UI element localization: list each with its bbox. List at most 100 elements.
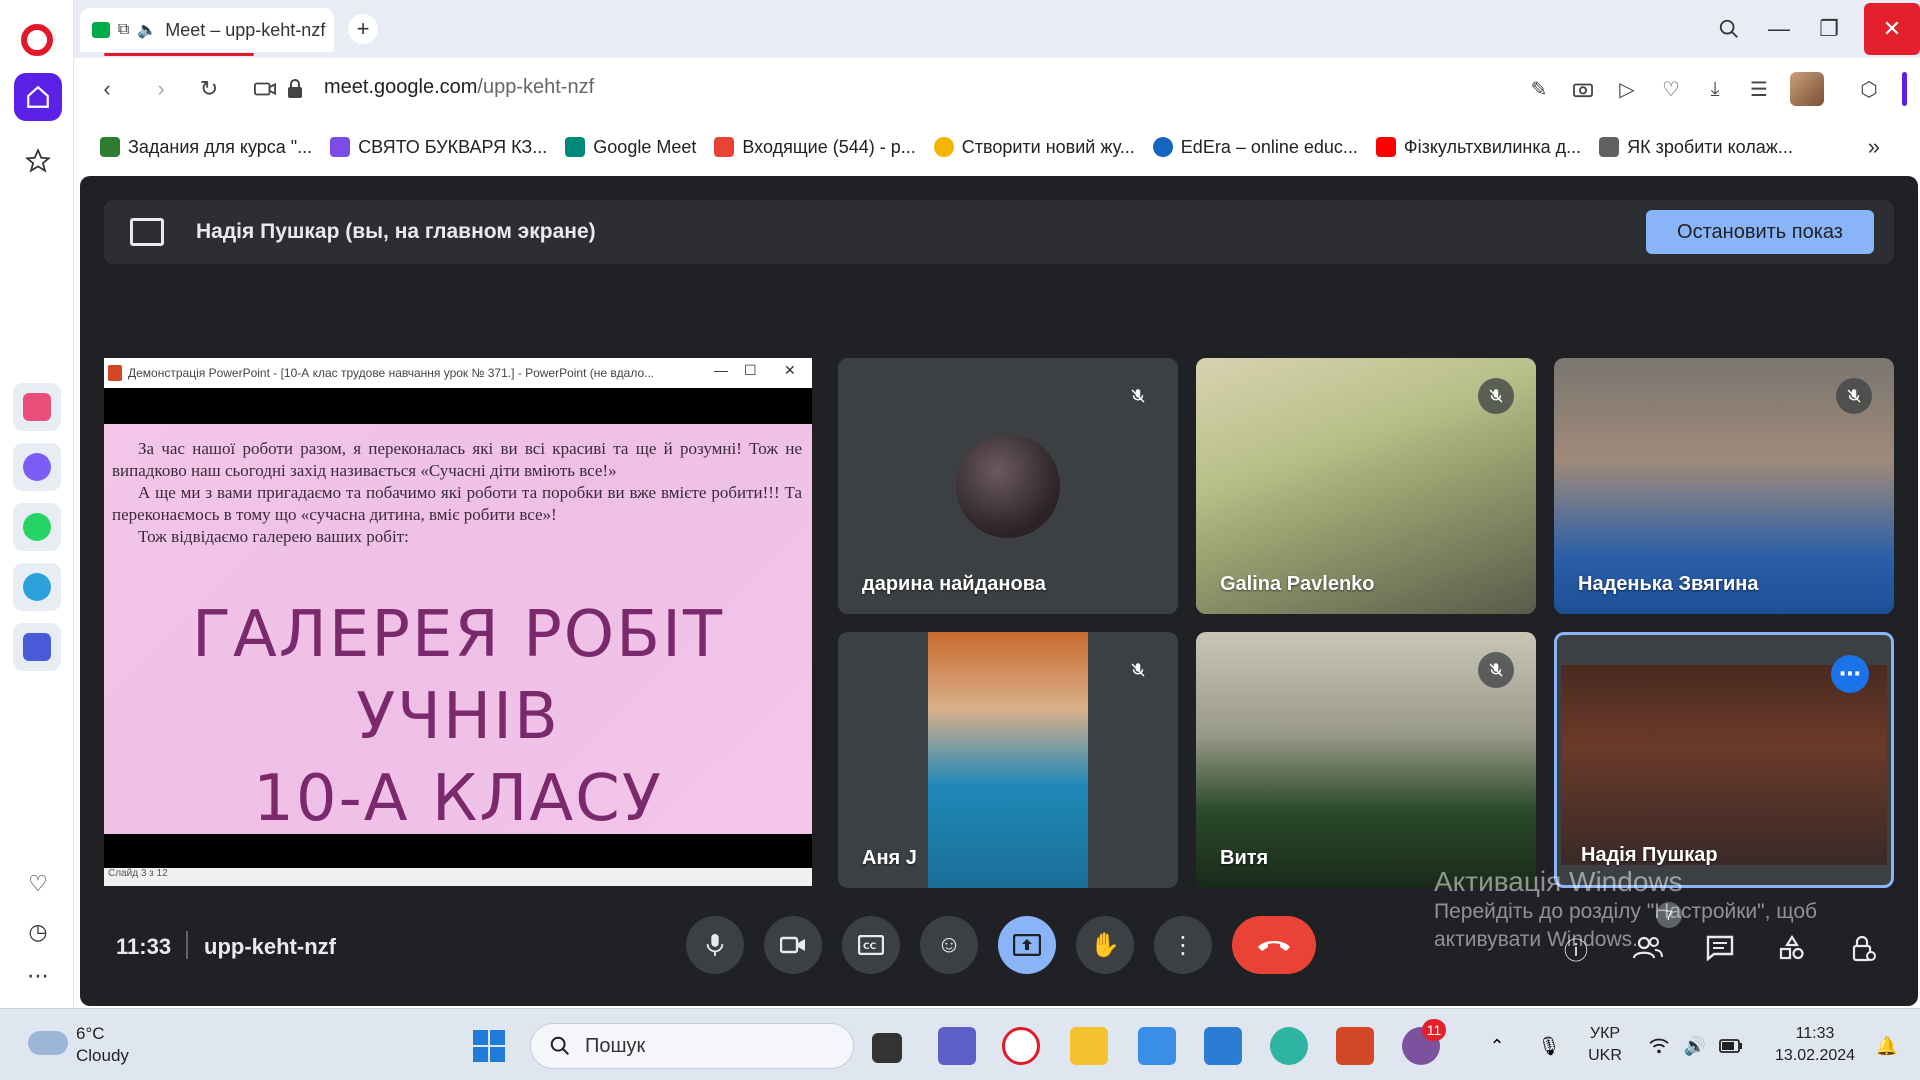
bookmarks-star-icon[interactable] [14, 137, 62, 185]
bookmark-item-8[interactable]: ЯК зробити колаж... [1599, 137, 1793, 158]
home-icon[interactable] [14, 73, 62, 121]
language-indicator[interactable]: УКР UKR [1580, 1023, 1630, 1067]
battery-icon[interactable] [1712, 1027, 1750, 1065]
heart-icon[interactable]: ♡ [1656, 74, 1686, 104]
tab-strip: ⧉ 🔈 Meet – upp-keht-nzf + — ❐ ✕ [74, 0, 1920, 58]
windows-start-icon[interactable] [470, 1027, 508, 1065]
camera-button[interactable] [764, 916, 822, 974]
bookmark-item-5[interactable]: Створити новий жу... [933, 137, 1135, 158]
sidebar-toggle-indicator[interactable] [1902, 72, 1907, 106]
profile-avatar[interactable] [1790, 72, 1824, 106]
history-clock-icon[interactable]: ◷ [22, 916, 54, 948]
whatsapp-icon[interactable] [13, 503, 61, 551]
edge-icon[interactable] [1270, 1027, 1308, 1065]
aria-app-icon[interactable] [13, 383, 61, 431]
participant-name: Надія Пушкар [1581, 844, 1718, 866]
weather-temp: 6°C [76, 1024, 105, 1043]
heart-icon[interactable]: ♡ [22, 868, 54, 900]
bookmark-item-1[interactable]: Задания для курса "... [100, 137, 312, 158]
gmail-icon [714, 137, 735, 157]
raise-hand-button[interactable]: ✋ [1076, 916, 1134, 974]
pip-icon[interactable]: ⧉ [118, 21, 129, 39]
shared-window-titlebar: Демонстрація PowerPoint - [10-А клас тру… [104, 358, 812, 388]
maximize-icon[interactable]: ❐ [1804, 0, 1854, 58]
stop-presenting-button[interactable]: Остановить показ [1646, 210, 1874, 254]
bookmark-item-2[interactable]: СВЯТО БУКВАРЯ КЗ... [330, 137, 547, 158]
emoji-reaction-button[interactable]: ☺ [920, 916, 978, 974]
new-tab-button[interactable]: + [348, 14, 378, 44]
bookmark-label: ЯК зробити колаж... [1627, 136, 1793, 157]
more-options-button[interactable]: ⋮ [1154, 916, 1212, 974]
close-icon: ✕ [784, 362, 796, 378]
participant-tile-self[interactable]: ⋯ Надія Пушкар [1554, 632, 1894, 888]
captions-button[interactable]: CC [842, 916, 900, 974]
windows-taskbar: 6°C Cloudy Пошук 11 ⌃ 🎙 УКР UKR 🔊 11:33 … [0, 1008, 1920, 1080]
music-player-icon[interactable] [13, 623, 61, 671]
task-view-icon[interactable] [872, 1033, 902, 1063]
close-window-icon[interactable]: ✕ [1864, 3, 1920, 55]
minimize-icon[interactable]: — [1754, 0, 1804, 58]
more-dots-icon[interactable]: ⋯ [22, 960, 54, 992]
url-field[interactable]: meet.google.com/upp-keht-nzf [324, 76, 594, 99]
edit-snapshot-icon[interactable]: ✎ [1524, 74, 1554, 104]
address-bar: ‹ › ↻ meet.google.com/upp-keht-nzf ✎ ▷ ♡… [74, 58, 1920, 120]
participant-tile[interactable]: Аня J [838, 632, 1178, 888]
notification-bell-icon[interactable]: 🔔 [1868, 1027, 1906, 1065]
extensions-cube-icon[interactable]: ⬡ [1854, 74, 1884, 104]
maximize-icon: ☐ [744, 362, 757, 378]
search-tabs-icon[interactable] [1704, 0, 1754, 58]
bookmark-favicon-icon [100, 137, 120, 157]
sun-icon [933, 137, 954, 157]
participant-tile[interactable]: Galina Pavlenko [1196, 358, 1536, 614]
messenger-icon[interactable] [13, 443, 61, 491]
teams-chat-icon[interactable] [938, 1027, 976, 1065]
host-controls-lock-icon[interactable] [1844, 928, 1884, 968]
taskbar-search-field[interactable]: Пошук [530, 1023, 854, 1069]
slide-paragraph: А ще ми з вами пригадаємо та побачимо як… [112, 483, 802, 524]
powerpoint-taskbar-icon[interactable] [1336, 1027, 1374, 1065]
bookmark-item-6[interactable]: EdEra – online educ... [1152, 137, 1358, 158]
file-explorer-icon[interactable] [1070, 1027, 1108, 1065]
volume-icon[interactable]: 🔊 [1676, 1027, 1714, 1065]
weather-widget[interactable]: 6°C Cloudy [76, 1023, 129, 1067]
microphone-icon[interactable]: 🎙 [1530, 1027, 1568, 1065]
lock-icon[interactable] [278, 72, 312, 106]
download-icon[interactable]: ⤓ [1700, 74, 1730, 104]
lang-bottom: UKR [1588, 1047, 1622, 1064]
wifi-icon[interactable] [1640, 1027, 1678, 1065]
camera-icon[interactable] [1568, 74, 1598, 104]
bookmark-item-4[interactable]: Входящие (544) - p... [714, 137, 916, 158]
camera-permission-icon[interactable] [248, 72, 282, 106]
cloud-icon[interactable] [28, 1031, 68, 1055]
url-host: meet.google.com [324, 76, 478, 98]
present-screen-button[interactable] [998, 916, 1056, 974]
mic-off-icon [1120, 652, 1156, 688]
slide-paragraph: Тож відвідаємо галерею ваших робіт: [138, 527, 409, 546]
tab-meet[interactable]: ⧉ 🔈 Meet – upp-keht-nzf [80, 8, 334, 56]
bookmark-item-7[interactable]: Фізкультхвилинка д... [1375, 136, 1582, 158]
system-clock[interactable]: 11:33 13.02.2024 [1760, 1023, 1870, 1067]
search-icon [550, 1036, 569, 1055]
opera-logo-icon[interactable] [21, 24, 53, 56]
chevron-up-icon[interactable]: ⌃ [1478, 1027, 1516, 1065]
microphone-button[interactable] [686, 916, 744, 974]
opera-taskbar-icon[interactable] [1002, 1027, 1040, 1065]
play-icon[interactable]: ▷ [1612, 74, 1642, 104]
bookmark-item-3[interactable]: Google Meet [565, 137, 696, 158]
easy-setup-icon[interactable]: ☰ [1744, 74, 1774, 104]
mail-icon[interactable] [1204, 1027, 1242, 1065]
participant-tile[interactable]: дарина найданова [838, 358, 1178, 614]
more-options-icon[interactable]: ⋯ [1831, 655, 1869, 693]
participant-tile[interactable]: Наденька Звягина [1554, 358, 1894, 614]
audio-playing-icon[interactable]: 🔈 [137, 20, 157, 40]
telegram-icon[interactable] [13, 563, 61, 611]
back-icon[interactable]: ‹ [90, 72, 124, 106]
reload-icon[interactable]: ↻ [192, 72, 226, 106]
bookmark-label: Фізкультхвилинка д... [1403, 136, 1582, 157]
lang-top: УКР [1589, 1025, 1621, 1042]
microsoft-store-icon[interactable] [1138, 1027, 1176, 1065]
leave-call-button[interactable] [1232, 916, 1316, 974]
more-bookmarks-icon[interactable]: » [1868, 134, 1880, 160]
participant-tile[interactable]: Витя [1196, 632, 1536, 888]
forward-icon[interactable]: › [144, 72, 178, 106]
